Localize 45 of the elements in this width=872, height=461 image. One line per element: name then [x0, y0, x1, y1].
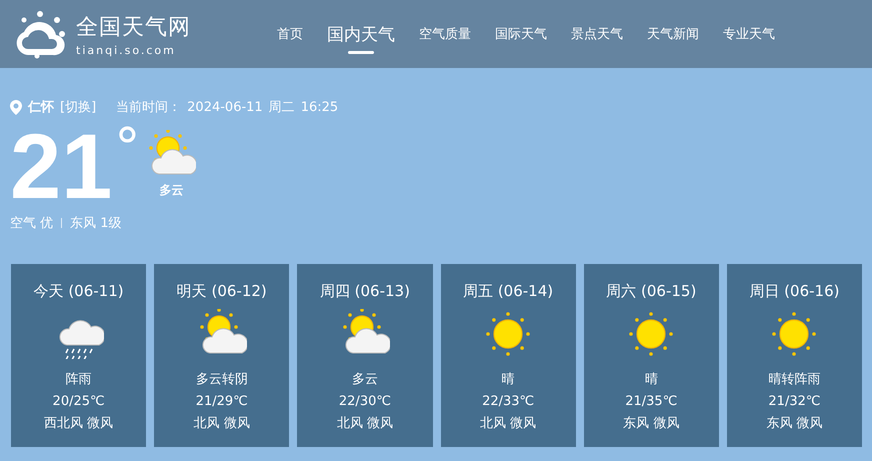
current-wind: 东风 1级: [70, 215, 122, 232]
nav-tab[interactable]: 空气质量: [407, 14, 483, 54]
current-date: 2024-06-11: [187, 100, 263, 114]
forecast-condition: 多云: [352, 371, 378, 389]
forecast-day: 周六 (06-15): [606, 282, 696, 301]
forecast-temperature: 21/29℃: [196, 393, 248, 411]
nav-tab[interactable]: 国际天气: [483, 14, 559, 54]
current-time-label: 当前时间：: [116, 99, 182, 116]
forecast-day: 周日 (06-16): [749, 282, 840, 301]
forecast-wind: 西北风 微风: [44, 415, 114, 433]
degree-unit: °: [114, 122, 140, 174]
forecast-condition: 晴转阵雨: [768, 371, 820, 389]
forecast-day: 今天 (06-11): [34, 282, 124, 301]
nav-tab[interactable]: 国内天气: [315, 14, 407, 54]
forecast-temperature: 21/35℃: [625, 393, 678, 411]
forecast-condition: 多云转阴: [196, 371, 248, 389]
forecast-wind: 东风 微风: [623, 415, 680, 433]
current-weekday: 周二: [268, 99, 295, 116]
forecast-wind: 北风 微风: [480, 415, 536, 433]
nav-tab[interactable]: 天气新闻: [635, 14, 711, 54]
location-pin-icon: [10, 100, 22, 114]
forecast-day: 周五 (06-14): [463, 282, 554, 301]
forecast-wind: 东风 微风: [766, 415, 823, 433]
current-condition: 多云: [159, 182, 184, 199]
forecast-condition: 晴: [502, 371, 515, 389]
city-name: 仁怀: [28, 99, 54, 116]
forecast-day: 周四 (06-13): [320, 282, 410, 301]
site-name: 全国天气网: [76, 14, 191, 42]
current-time: 16:25: [300, 100, 338, 114]
forecast-temperature: 21/32℃: [768, 393, 820, 411]
forecast-temperature: 22/33℃: [482, 393, 534, 411]
forecast-temperature: 20/25℃: [52, 393, 105, 411]
forecast-wind: 北风 微风: [336, 415, 393, 433]
current-temperature: 21: [10, 122, 112, 212]
nav-tab[interactable]: 景点天气: [559, 14, 635, 54]
forecast-condition: 晴: [644, 371, 658, 389]
nav-tab[interactable]: 首页: [265, 14, 315, 54]
forecast-wind: 北风 微风: [194, 415, 250, 433]
switch-link[interactable]: [切换]: [60, 98, 96, 116]
forecast-temperature: 22/30℃: [338, 393, 391, 411]
site-domain: tianqi.so.com: [76, 44, 177, 56]
nav-tab[interactable]: 专业天气: [711, 14, 787, 54]
forecast-day: 明天 (06-12): [176, 282, 267, 301]
air-quality: 空气 优: [10, 215, 54, 232]
forecast-condition: 阵雨: [66, 371, 92, 389]
